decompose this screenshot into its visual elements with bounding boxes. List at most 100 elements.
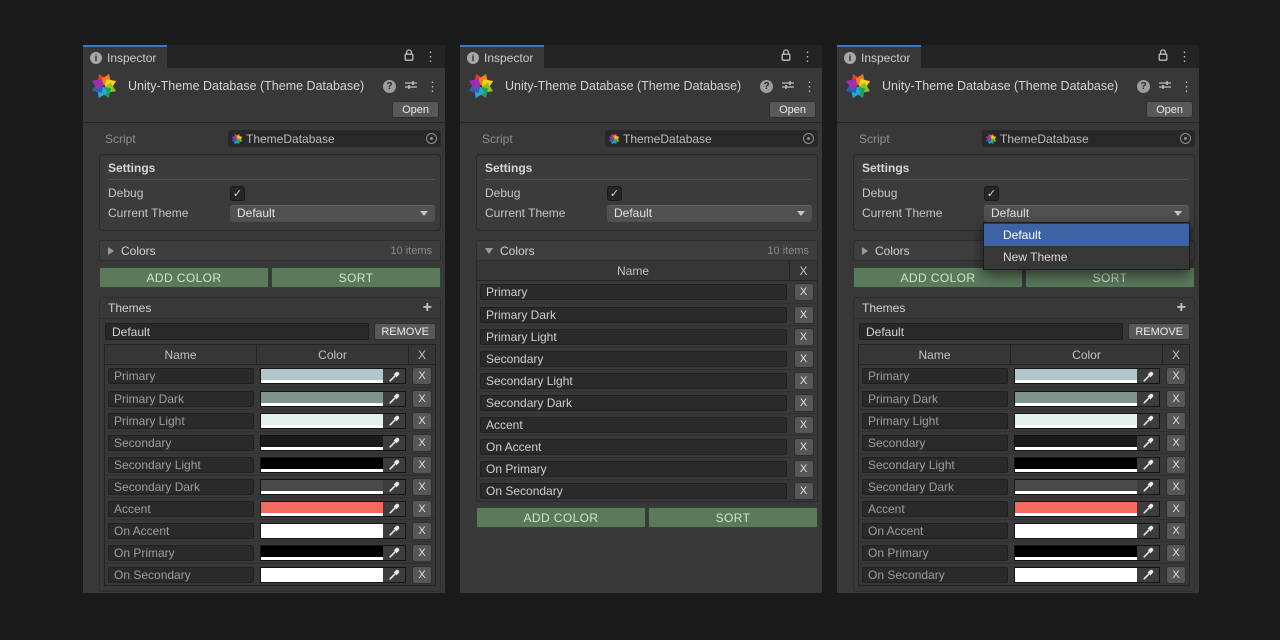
add-theme-icon[interactable] [423, 300, 432, 316]
tab-inspector[interactable]: Inspector [837, 45, 921, 68]
color-name-input[interactable]: Secondary Light [862, 457, 1008, 473]
color-name-input[interactable]: Secondary Dark [480, 395, 787, 411]
eyedropper-icon[interactable] [383, 568, 405, 582]
color-name-input[interactable]: Secondary Light [480, 373, 787, 389]
color-swatch[interactable] [260, 545, 406, 561]
script-object-field[interactable]: ThemeDatabase [605, 130, 818, 147]
eyedropper-icon[interactable] [1137, 524, 1159, 538]
dropdown-option-default[interactable]: Default [984, 224, 1189, 246]
color-name-input[interactable]: On Accent [108, 523, 254, 539]
color-name-input[interactable]: Secondary Light [108, 457, 254, 473]
delete-color-button[interactable]: X [794, 328, 814, 346]
eyedropper-icon[interactable] [383, 458, 405, 472]
kebab-menu-icon[interactable] [1178, 50, 1191, 63]
color-name-input[interactable]: On Primary [108, 545, 254, 561]
script-object-field[interactable]: ThemeDatabase [982, 130, 1195, 147]
delete-color-button[interactable]: X [412, 412, 432, 430]
add-theme-icon[interactable] [1177, 300, 1186, 316]
color-name-input[interactable]: Secondary Dark [108, 479, 254, 495]
colors-foldout[interactable]: Colors 10 items [99, 240, 441, 261]
color-swatch[interactable] [260, 567, 406, 583]
object-picker-icon[interactable] [426, 133, 437, 144]
add-color-button[interactable]: ADD COLOR [853, 267, 1023, 288]
add-color-button[interactable]: ADD COLOR [476, 507, 646, 528]
color-swatch[interactable] [1014, 523, 1160, 539]
presets-icon[interactable] [1158, 79, 1172, 94]
debug-checkbox[interactable] [607, 186, 622, 201]
dropdown-option-new-theme[interactable]: New Theme [984, 246, 1189, 268]
lock-icon[interactable] [1157, 49, 1169, 65]
eyedropper-icon[interactable] [383, 480, 405, 494]
lock-icon[interactable] [780, 49, 792, 65]
delete-color-button[interactable]: X [412, 434, 432, 452]
color-swatch[interactable] [1014, 368, 1160, 384]
help-icon[interactable] [383, 80, 396, 93]
delete-color-button[interactable]: X [794, 438, 814, 456]
color-name-input[interactable]: Primary [108, 368, 254, 384]
tab-inspector[interactable]: Inspector [460, 45, 544, 68]
sort-button[interactable]: SORT [648, 507, 818, 528]
theme-name-input[interactable]: Default [859, 323, 1123, 340]
delete-color-button[interactable]: X [794, 460, 814, 478]
color-name-input[interactable]: Secondary Dark [862, 479, 1008, 495]
eyedropper-icon[interactable] [383, 524, 405, 538]
delete-color-button[interactable]: X [794, 394, 814, 412]
color-swatch[interactable] [1014, 391, 1160, 407]
current-theme-dropdown[interactable]: Default [984, 205, 1189, 222]
eyedropper-icon[interactable] [1137, 392, 1159, 406]
eyedropper-icon[interactable] [1137, 458, 1159, 472]
delete-color-button[interactable]: X [412, 500, 432, 518]
delete-color-button[interactable]: X [794, 482, 814, 500]
delete-color-button[interactable]: X [1166, 500, 1186, 518]
delete-color-button[interactable]: X [1166, 522, 1186, 540]
color-name-input[interactable]: On Secondary [862, 567, 1008, 583]
color-name-input[interactable]: Primary [480, 284, 787, 300]
presets-icon[interactable] [781, 79, 795, 94]
open-button[interactable]: Open [1146, 101, 1193, 118]
theme-name-input[interactable]: Default [105, 323, 369, 340]
lock-icon[interactable] [403, 49, 415, 65]
debug-checkbox[interactable] [230, 186, 245, 201]
color-name-input[interactable]: On Secondary [108, 567, 254, 583]
kebab-menu-icon[interactable] [801, 50, 814, 63]
color-swatch[interactable] [1014, 435, 1160, 451]
delete-color-button[interactable]: X [794, 306, 814, 324]
delete-color-button[interactable]: X [794, 283, 814, 301]
delete-color-button[interactable]: X [1166, 478, 1186, 496]
delete-color-button[interactable]: X [1166, 544, 1186, 562]
kebab-menu-icon[interactable] [803, 80, 816, 93]
color-name-input[interactable]: On Primary [480, 461, 787, 477]
color-name-input[interactable]: On Primary [862, 545, 1008, 561]
open-button[interactable]: Open [392, 101, 439, 118]
eyedropper-icon[interactable] [1137, 502, 1159, 516]
delete-color-button[interactable]: X [1166, 434, 1186, 452]
color-swatch[interactable] [260, 523, 406, 539]
color-name-input[interactable]: Secondary [108, 435, 254, 451]
remove-theme-button[interactable]: REMOVE [1128, 323, 1190, 340]
color-swatch[interactable] [260, 368, 406, 384]
help-icon[interactable] [760, 80, 773, 93]
kebab-menu-icon[interactable] [424, 50, 437, 63]
color-swatch[interactable] [260, 457, 406, 473]
color-name-input[interactable]: Primary Light [480, 329, 787, 345]
eyedropper-icon[interactable] [383, 392, 405, 406]
add-color-button[interactable]: ADD COLOR [99, 267, 269, 288]
current-theme-dropdown[interactable]: Default [230, 205, 435, 222]
delete-color-button[interactable]: X [1166, 390, 1186, 408]
eyedropper-icon[interactable] [383, 369, 405, 383]
current-theme-dropdown[interactable]: Default [607, 205, 812, 222]
eyedropper-icon[interactable] [1137, 568, 1159, 582]
color-swatch[interactable] [260, 391, 406, 407]
color-name-input[interactable]: Primary [862, 368, 1008, 384]
object-picker-icon[interactable] [1180, 133, 1191, 144]
eyedropper-icon[interactable] [1137, 436, 1159, 450]
eyedropper-icon[interactable] [1137, 369, 1159, 383]
color-swatch[interactable] [1014, 567, 1160, 583]
color-swatch[interactable] [260, 479, 406, 495]
script-object-field[interactable]: ThemeDatabase [228, 130, 441, 147]
delete-color-button[interactable]: X [412, 390, 432, 408]
delete-color-button[interactable]: X [794, 416, 814, 434]
color-name-input[interactable]: Accent [108, 501, 254, 517]
presets-icon[interactable] [404, 79, 418, 94]
eyedropper-icon[interactable] [1137, 546, 1159, 560]
